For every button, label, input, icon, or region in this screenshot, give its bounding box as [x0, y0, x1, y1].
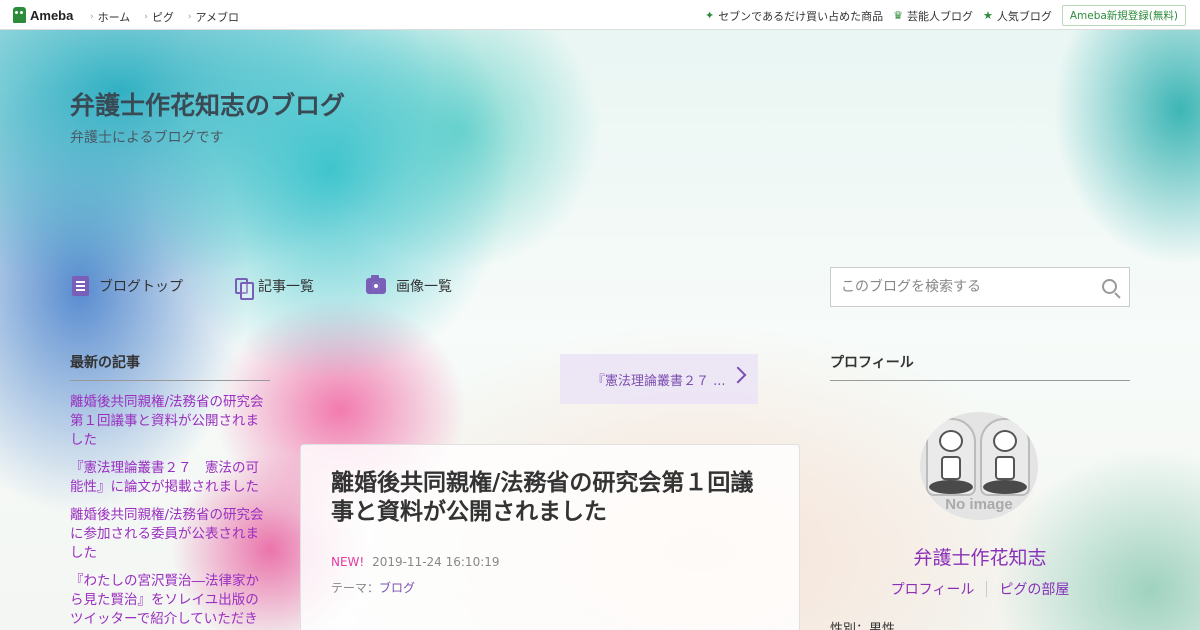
profile-link[interactable]: プロフィール: [891, 579, 975, 599]
nav-label: 記事一覧: [258, 279, 314, 295]
article-theme: テーマ：ブログ: [331, 579, 769, 596]
chevron-right-icon: ›: [144, 12, 148, 22]
header-link-celebrity[interactable]: ♛ 芸能人ブログ: [893, 8, 973, 24]
avatar-figure-girl: [980, 418, 1030, 496]
blog-search: [830, 267, 1130, 307]
divider: [986, 581, 988, 597]
global-nav-label: ピグ: [151, 11, 174, 24]
header-link-label: 芸能人ブログ: [906, 9, 973, 23]
next-article-link[interactable]: 『憲法理論叢書２７ ...: [560, 354, 758, 404]
sidebar-profile: プロフィール No image 弁護士作花知志 プロフィール ピグの部屋 性別：…: [830, 352, 1130, 630]
blog-title[interactable]: 弁護士作花知志のブログ: [70, 86, 345, 122]
avatar[interactable]: No image: [920, 412, 1038, 520]
recent-article-link[interactable]: 離婚後共同親権/法務省の研究会に参加される委員が公表されました: [70, 506, 270, 563]
no-image-label: No image: [945, 496, 1013, 513]
avatar-figure-boy: [926, 418, 976, 496]
ameba-header-bar: Ameba › ホーム › ピグ › アメブロ ✦ セブンであるだけ買い占めた商品 ♛ 芸…: [0, 0, 1200, 30]
profile-name[interactable]: 弁護士作花知志: [830, 543, 1130, 570]
chevron-right-icon: ›: [187, 12, 192, 22]
search-input[interactable]: [831, 268, 1093, 306]
pig-room-link[interactable]: ピグの部屋: [999, 579, 1069, 599]
chevron-right-icon: [729, 366, 747, 384]
sparkle-icon: ✦: [704, 9, 715, 22]
global-nav: › ホーム › ピグ › アメブロ: [90, 9, 239, 25]
camera-icon: [366, 275, 386, 294]
blog-description: 弁護士によるブログです: [70, 130, 224, 146]
nav-blog-top[interactable]: ブログトップ: [72, 276, 183, 296]
recent-article-link[interactable]: 離婚後共同親権/法務省の研究会第１回議事と資料が公開されました: [70, 393, 270, 450]
global-nav-ameblo[interactable]: › アメブロ: [188, 9, 239, 25]
global-nav-pigg[interactable]: › ピグ: [144, 9, 174, 25]
article-timestamp: 2019-11-24 16:10:19: [372, 555, 500, 569]
ameba-logo-icon: [13, 7, 26, 23]
next-article-label: 『憲法理論叢書２７ ...: [592, 373, 726, 389]
copy-icon: [235, 278, 254, 300]
header-link-label: 人気ブログ: [996, 9, 1052, 23]
recent-articles-heading: 最新の記事: [70, 352, 270, 381]
profile-gender: 性別：男性: [830, 622, 896, 630]
global-nav-home[interactable]: › ホーム: [90, 9, 130, 25]
theme-link[interactable]: ブログ: [379, 581, 415, 595]
theme-label: テーマ：: [331, 581, 380, 595]
header-link-label: セブンであるだけ買い占めた商品: [718, 9, 884, 23]
recent-articles-list: 離婚後共同親権/法務省の研究会第１回議事と資料が公開されました 『憲法理論叢書２…: [70, 393, 270, 629]
nav-image-list[interactable]: 画像一覧: [366, 275, 452, 296]
profile-heading: プロフィール: [830, 352, 1130, 381]
sidebar-recent-articles: 最新の記事 離婚後共同親権/法務省の研究会第１回議事と資料が公開されました 『憲…: [70, 352, 270, 630]
search-icon[interactable]: [1093, 268, 1129, 306]
nav-article-list[interactable]: 記事一覧: [235, 276, 314, 300]
nav-label: ブログトップ: [99, 279, 183, 295]
register-button[interactable]: Ameba新規登録(無料): [1061, 5, 1186, 26]
article-title[interactable]: 離婚後共同親権/法務省の研究会第１回議事と資料が公開されました: [331, 469, 769, 527]
recent-article-link[interactable]: 『わたしの宮沢賢治―法律家から見た賢治』をソレイユ出版のツイッターで紹介していた…: [70, 572, 270, 629]
new-badge: NEW!: [331, 555, 365, 569]
header-link-popular[interactable]: ★ 人気ブログ: [983, 8, 1052, 24]
crown-icon: ♛: [893, 9, 903, 22]
global-nav-label: アメブロ: [195, 11, 239, 24]
document-icon: [72, 276, 89, 296]
star-icon: ★: [982, 9, 993, 22]
recent-article-link[interactable]: 『憲法理論叢書２７ 憲法の可能性』に論文が掲載されました: [70, 459, 270, 497]
article-meta: NEW! 2019-11-24 16:10:19: [331, 555, 769, 569]
header-link-seven[interactable]: ✦ セブンであるだけ買い占めた商品: [705, 8, 883, 24]
chevron-right-icon: ›: [90, 12, 94, 22]
ameba-logo[interactable]: Ameba: [13, 7, 73, 23]
article-card: 離婚後共同親権/法務省の研究会第１回議事と資料が公開されました NEW! 201…: [300, 444, 800, 630]
header-right-links: ✦ セブンであるだけ買い占めた商品 ♛ 芸能人ブログ ★ 人気ブログ Ameba新規登…: [705, 5, 1186, 26]
nav-label: 画像一覧: [396, 279, 452, 295]
ameba-logo-text: Ameba: [30, 7, 74, 23]
global-nav-label: ホーム: [97, 11, 131, 24]
blog-nav: ブログトップ 記事一覧 画像一覧: [72, 275, 504, 300]
profile-links: プロフィール ピグの部屋: [830, 579, 1130, 599]
